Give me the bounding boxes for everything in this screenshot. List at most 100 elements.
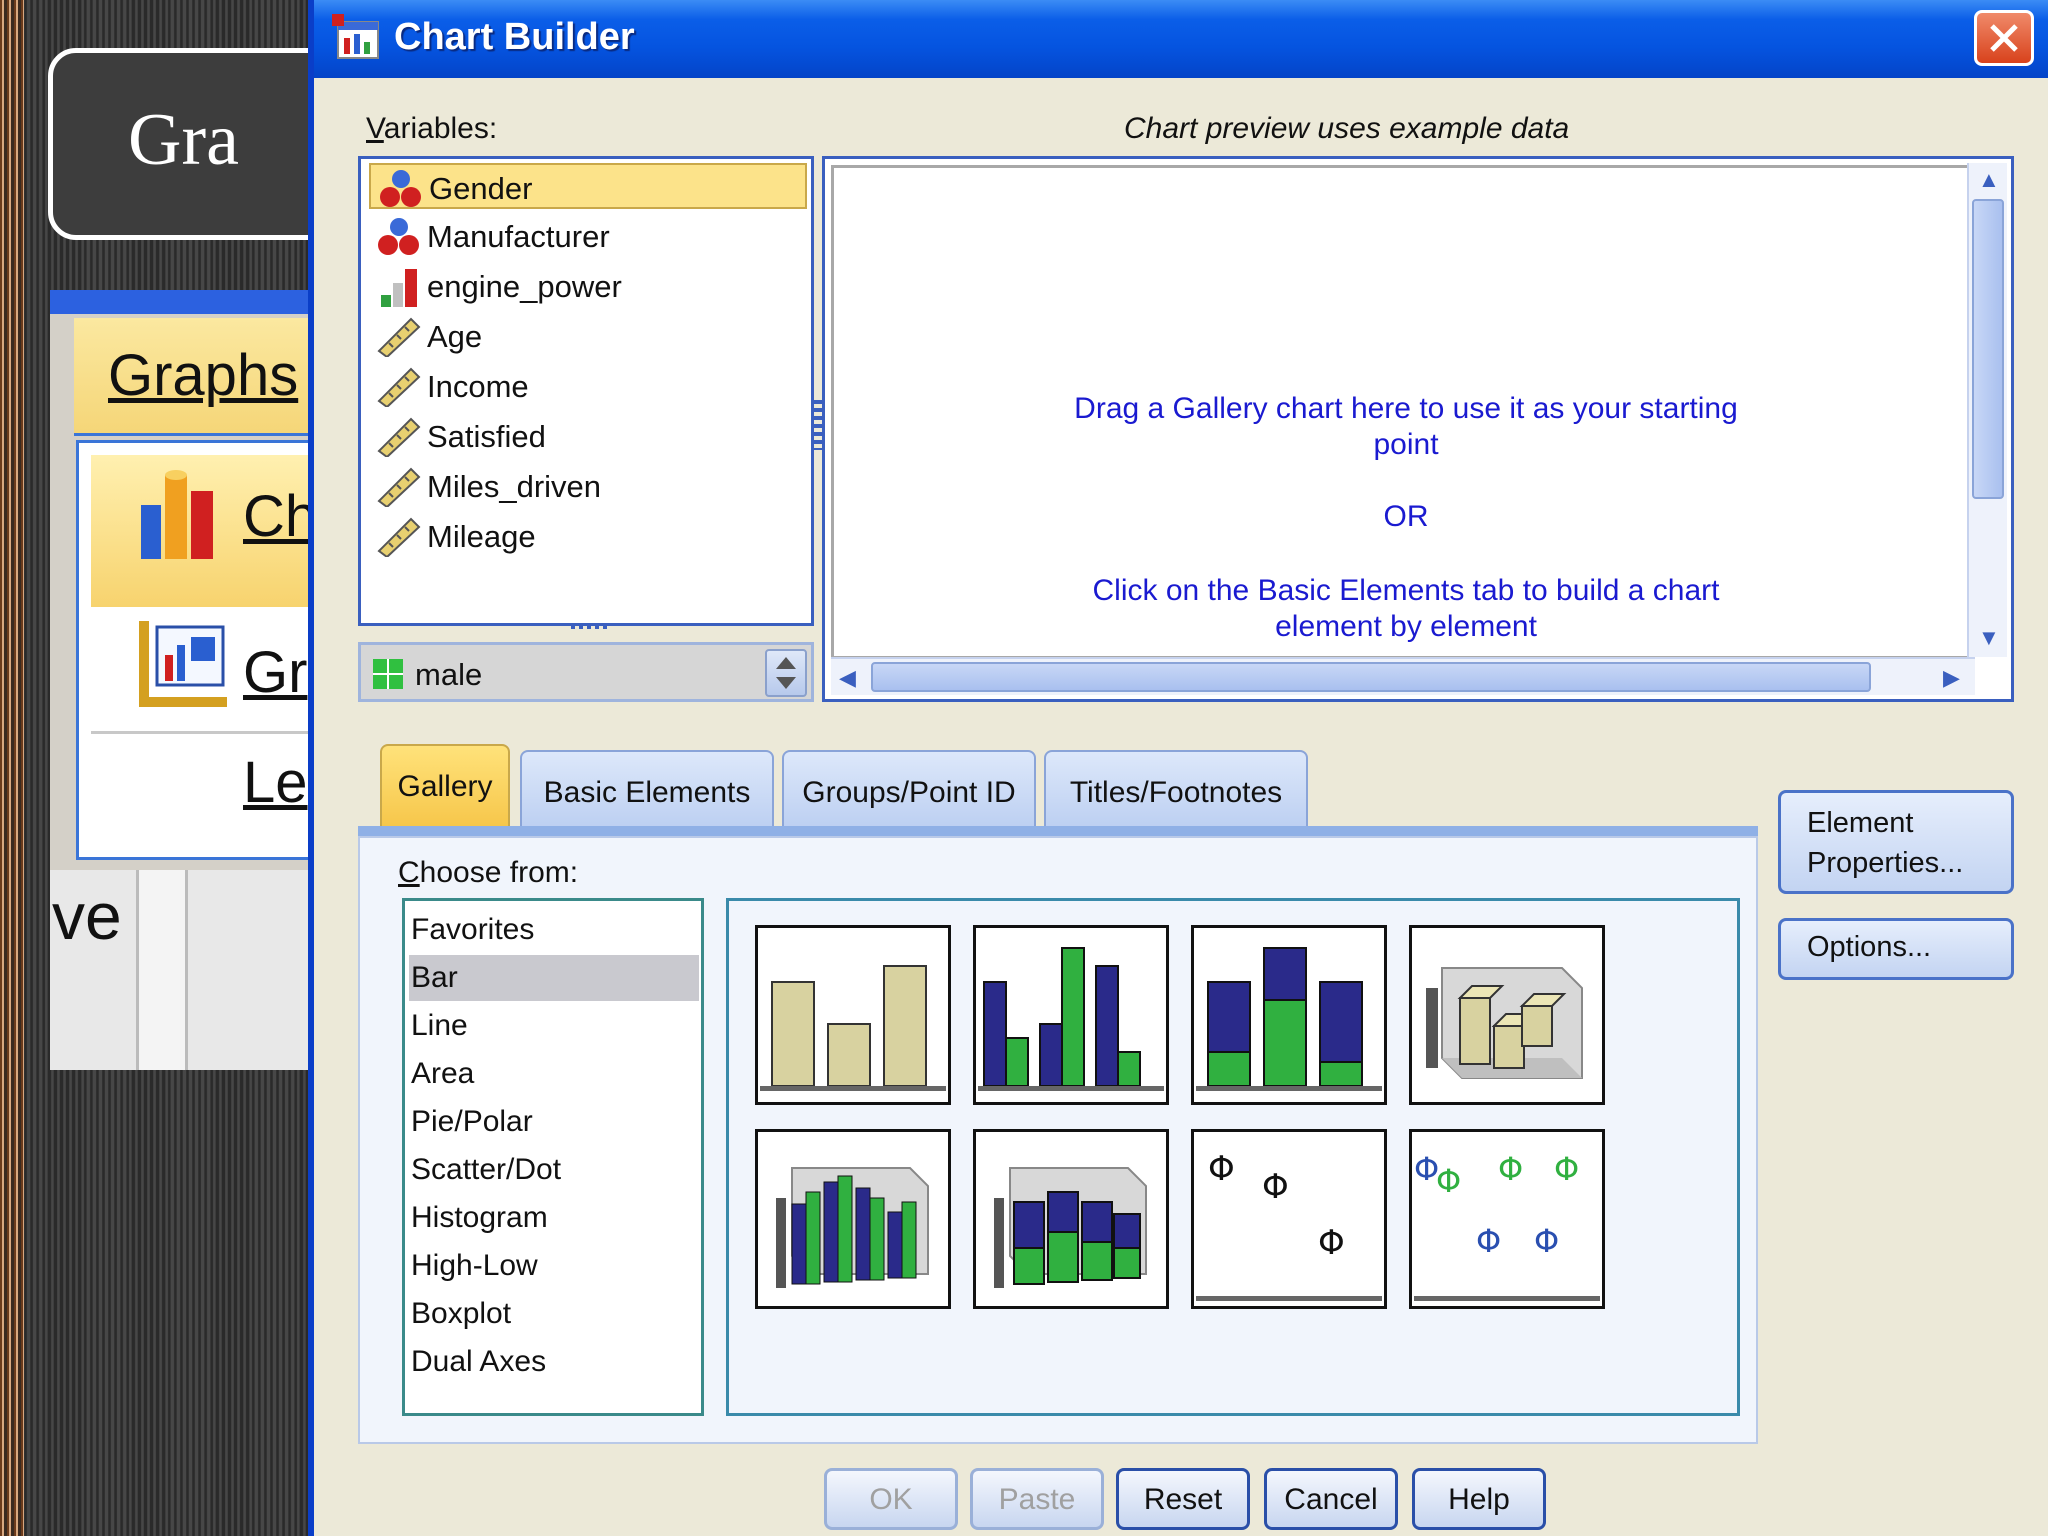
- pane-splitter[interactable]: [814, 400, 822, 450]
- variables-label-rest: ariables:: [383, 112, 498, 145]
- preview-hint-line3: Click on the Basic Elements tab to build…: [1092, 574, 1720, 607]
- scale-icon: [377, 517, 421, 557]
- chart-builder-icon: [141, 470, 213, 559]
- svg-text:Φ: Φ: [1554, 1150, 1579, 1188]
- variable-label: Age: [427, 319, 483, 354]
- scroll-up-icon[interactable]: ▲: [1978, 167, 2000, 193]
- preview-caption: Chart preview uses example data: [1124, 112, 1570, 145]
- stacked-3d-bar-thumbnail[interactable]: [973, 1129, 1169, 1309]
- chart-type-scatter-dot[interactable]: Scatter/Dot: [409, 1147, 699, 1193]
- tab-gallery[interactable]: Gallery: [380, 744, 510, 828]
- scroll-right-icon[interactable]: ▶: [1943, 665, 1960, 691]
- variable-label: Income: [427, 369, 529, 404]
- simple-bar-thumbnail[interactable]: [755, 925, 951, 1105]
- choose-from-label: Choose from:: [398, 856, 578, 890]
- category-combo[interactable]: male: [358, 642, 814, 702]
- ok-button[interactable]: OK: [824, 1468, 958, 1530]
- svg-text:Φ: Φ: [1476, 1222, 1501, 1260]
- variable-label: Satisfied: [427, 419, 546, 454]
- chart-type-favorites[interactable]: Favorites: [409, 907, 699, 953]
- close-button[interactable]: [1974, 10, 2034, 66]
- simple-error-bar-thumbnail[interactable]: Φ Φ Φ: [1191, 1129, 1387, 1309]
- element-properties-line2: Properties...: [1807, 847, 1964, 879]
- scale-icon: [377, 317, 421, 357]
- clustered-bar-thumbnail[interactable]: [973, 925, 1169, 1105]
- tab-titles-footnotes[interactable]: Titles/Footnotes: [1044, 750, 1308, 826]
- svg-text:Φ: Φ: [1262, 1167, 1289, 1207]
- variables-label: Variables:: [366, 112, 497, 146]
- variable-item-miles-driven[interactable]: Miles_driven: [369, 463, 807, 509]
- chart-type-list[interactable]: Favorites Bar Line Area Pie/Polar Scatte…: [402, 898, 704, 1416]
- preview-hint-line2: point: [1373, 428, 1439, 461]
- clustered-3d-bar-thumbnail[interactable]: [755, 1129, 951, 1309]
- background-menu-panel: Ch Gr Le: [76, 440, 323, 860]
- chart-type-dual-axes[interactable]: Dual Axes: [409, 1339, 699, 1385]
- reset-button[interactable]: Reset: [1116, 1468, 1250, 1530]
- chart-type-line[interactable]: Line: [409, 1003, 699, 1049]
- paste-button[interactable]: Paste: [970, 1468, 1104, 1530]
- variable-item-age[interactable]: Age: [369, 313, 807, 359]
- background-lower-text: ve: [52, 879, 122, 953]
- gallery-thumbnails: Φ Φ Φ Φ Φ Φ Φ Φ Φ: [726, 898, 1740, 1416]
- clustered-3d-bar-icon: [776, 1167, 929, 1288]
- element-properties-line1: Element: [1807, 807, 1914, 839]
- chart-type-histogram[interactable]: Histogram: [409, 1195, 699, 1241]
- vertical-scrollbar[interactable]: ▲ ▼: [1967, 163, 2007, 657]
- variable-item-gender[interactable]: Gender: [369, 163, 807, 209]
- scale-icon: [377, 367, 421, 407]
- cancel-button[interactable]: Cancel: [1264, 1468, 1398, 1530]
- background-lower-panel: ve: [50, 870, 320, 1070]
- nominal-icon: [378, 218, 419, 255]
- chart-type-bar[interactable]: Bar: [409, 955, 699, 1001]
- variable-item-income[interactable]: Income: [369, 363, 807, 409]
- simple-bar-icon: [760, 965, 946, 1091]
- chart-type-area[interactable]: Area: [409, 1051, 699, 1097]
- category-spinner[interactable]: [765, 649, 807, 697]
- scroll-left-icon[interactable]: ◀: [839, 665, 856, 691]
- scroll-down-icon[interactable]: ▼: [1978, 625, 2000, 651]
- background-menu-item-1: Gr: [243, 640, 308, 705]
- variable-label: Mileage: [427, 519, 536, 554]
- help-button[interactable]: Help: [1412, 1468, 1546, 1530]
- tab-basic-elements[interactable]: Basic Elements: [520, 750, 774, 826]
- chart-type-pie-polar[interactable]: Pie/Polar: [409, 1099, 699, 1145]
- element-properties-button[interactable]: Element Properties...: [1778, 790, 2014, 894]
- simple-3d-bar-icon: [1426, 967, 1583, 1079]
- options-button[interactable]: Options...: [1778, 918, 2014, 980]
- category-value: male: [415, 657, 483, 692]
- variable-item-engine-power[interactable]: engine_power: [369, 263, 807, 309]
- variable-label: Gender: [429, 171, 533, 206]
- svg-text:Φ: Φ: [1318, 1223, 1345, 1263]
- graphboard-icon: [139, 621, 227, 707]
- svg-text:Φ: Φ: [1498, 1150, 1523, 1188]
- chart-type-boxplot[interactable]: Boxplot: [409, 1291, 699, 1337]
- list-resize-grip[interactable]: [571, 623, 611, 629]
- variable-item-satisfied[interactable]: Satisfied: [369, 413, 807, 459]
- simple-3d-bar-thumbnail[interactable]: [1409, 925, 1605, 1105]
- tab-groups-point-id[interactable]: Groups/Point ID: [782, 750, 1036, 826]
- background-menu-label: Graphs: [108, 343, 299, 408]
- chart-preview-canvas[interactable]: Drag a Gallery chart here to use it as y…: [822, 156, 2014, 702]
- background-column: [136, 870, 188, 1070]
- preview-drop-area[interactable]: Drag a Gallery chart here to use it as y…: [831, 165, 1975, 659]
- vertical-scroll-thumb[interactable]: [1972, 199, 2004, 499]
- close-icon: [1990, 24, 2018, 52]
- clustered-error-bar-thumbnail[interactable]: Φ Φ Φ Φ Φ Φ: [1409, 1129, 1605, 1309]
- background-edge: [0, 0, 24, 1536]
- variable-item-mileage[interactable]: Mileage: [369, 513, 807, 559]
- chart-type-high-low[interactable]: High-Low: [409, 1243, 699, 1289]
- stacked-bar-icon: [1196, 947, 1382, 1091]
- variable-item-manufacturer[interactable]: Manufacturer: [369, 213, 807, 259]
- preview-hint-or: OR: [1383, 500, 1429, 533]
- variables-list[interactable]: Gender Manufacturer engine_power Age Inc…: [358, 156, 814, 629]
- horizontal-scroll-thumb[interactable]: [871, 662, 1871, 692]
- preview-hint-line1: Drag a Gallery chart here to use it as y…: [1074, 392, 1738, 425]
- horizontal-scrollbar[interactable]: ◀ ▶: [831, 657, 1975, 695]
- background-menu-item-2: Le: [243, 750, 308, 815]
- simple-error-bar-icon: Φ Φ Φ: [1196, 1149, 1382, 1301]
- stacked-bar-thumbnail[interactable]: [1191, 925, 1387, 1105]
- svg-text:Φ: Φ: [1534, 1222, 1559, 1260]
- chart-builder-dialog: Chart Builder Variables: Chart preview u…: [308, 0, 2048, 1536]
- title-bar[interactable]: Chart Builder: [314, 0, 2048, 78]
- spinner-arrows-icon: [776, 657, 796, 689]
